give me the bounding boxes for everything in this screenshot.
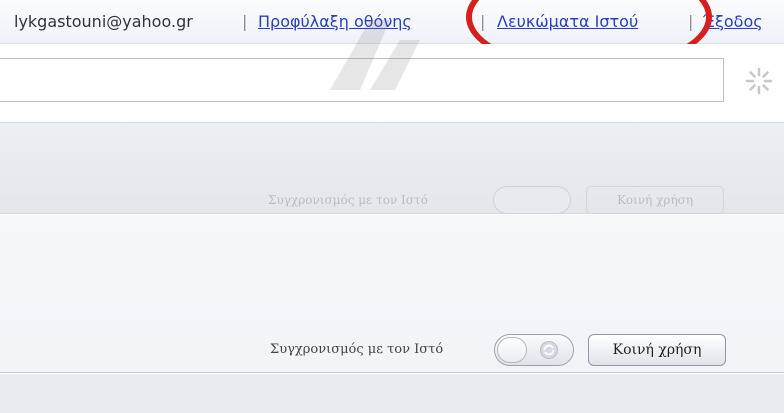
account-email: lykgastouni@yahoo.gr xyxy=(14,12,193,31)
search-row xyxy=(0,44,784,120)
faded-sync-toggle xyxy=(493,186,571,214)
sync-toggle[interactable] xyxy=(494,334,574,366)
web-albums-link[interactable]: Λευκώματα Ιστού xyxy=(497,12,638,31)
toggle-knob xyxy=(497,337,527,363)
separator: | xyxy=(688,12,694,31)
account-bar: lykgastouni@yahoo.gr | Προφύλαξη οθόνης … xyxy=(0,0,784,44)
refresh-icon xyxy=(540,341,558,359)
loading-spinner-icon xyxy=(745,67,773,95)
screensaver-link[interactable]: Προφύλαξη οθόνης xyxy=(258,12,412,31)
share-button[interactable]: Κοινή χρήση xyxy=(588,334,726,366)
faded-share-button: Κοινή χρήση xyxy=(586,186,724,214)
separator: | xyxy=(480,12,486,31)
sync-label: Συγχρονισμός με τον Ιστό xyxy=(270,342,444,357)
bottom-strip xyxy=(0,374,784,413)
search-input[interactable] xyxy=(0,58,724,102)
separator: | xyxy=(242,12,248,31)
faded-sync-label: Συγχρονισμός με τον Ιστό xyxy=(268,193,428,207)
sign-out-link[interactable]: Έξοδος xyxy=(703,12,763,31)
